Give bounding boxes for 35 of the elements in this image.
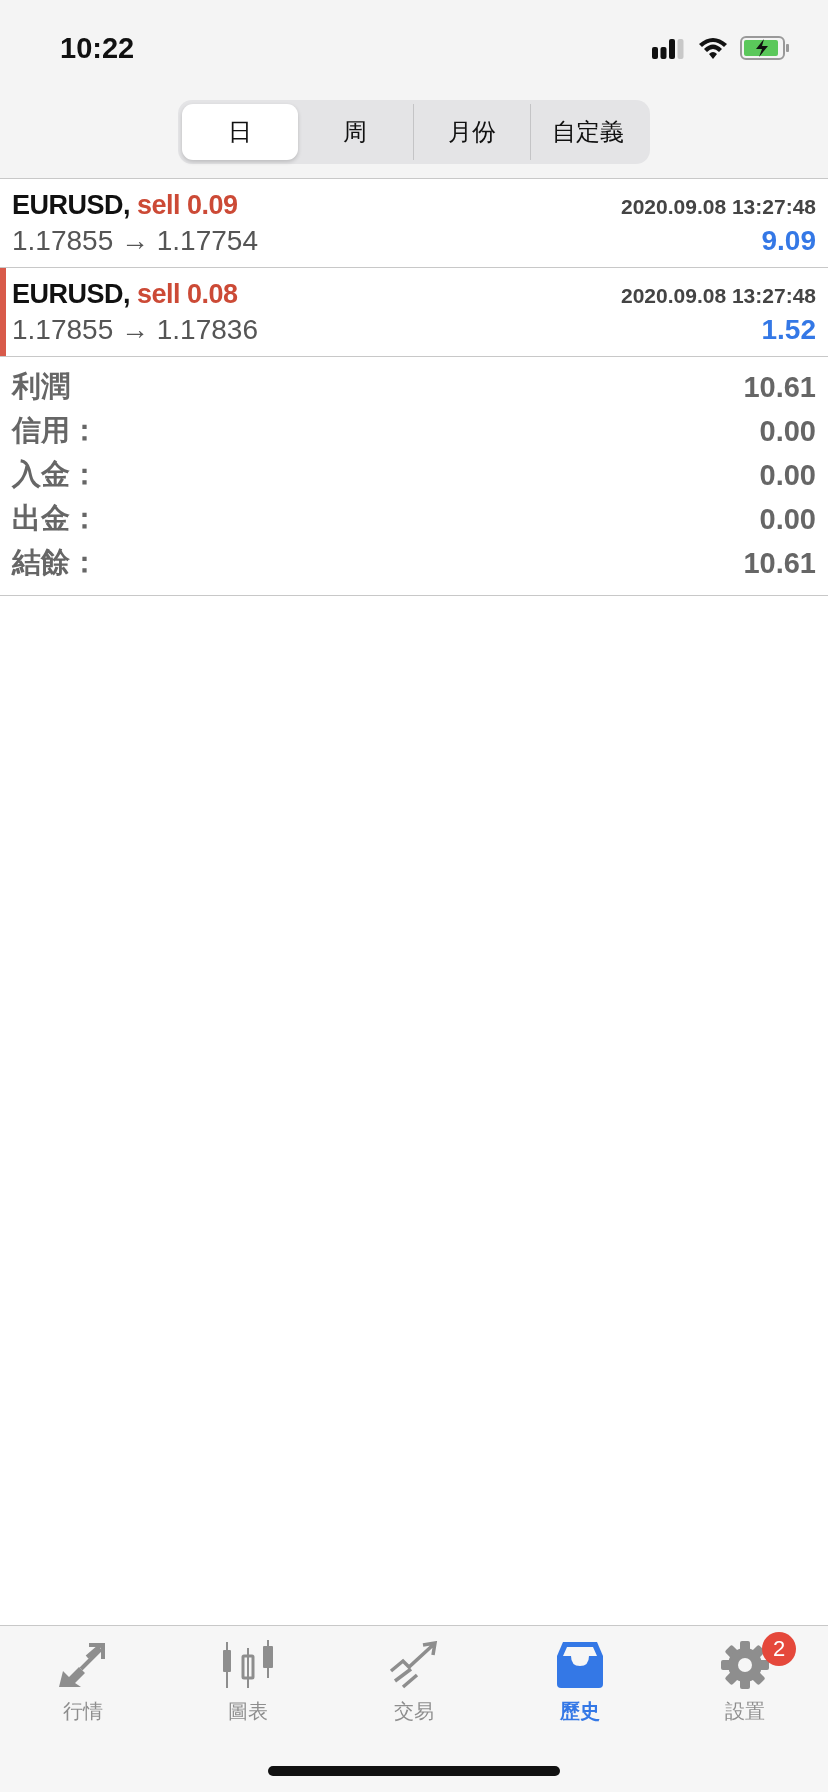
summary-value: 0.00 bbox=[759, 502, 816, 536]
trade-prices: 1.17855 → 1.17836 bbox=[12, 313, 258, 346]
rising-arrow-icon bbox=[389, 1641, 439, 1689]
summary-value: 10.61 bbox=[743, 546, 816, 580]
battery-charging-icon bbox=[740, 36, 790, 60]
candlestick-icon bbox=[223, 1640, 274, 1690]
period-tab[interactable]: 自定義 bbox=[529, 104, 646, 160]
summary-value: 0.00 bbox=[759, 458, 816, 492]
trade-row[interactable]: EURUSD, sell 0.09 2020.09.08 13:27:48 1.17855 → 1.17754 9.09 bbox=[0, 179, 828, 268]
summary-label: 出金： bbox=[12, 501, 99, 536]
trade-profit: 9.09 bbox=[761, 224, 816, 257]
summary-label: 信用： bbox=[12, 413, 99, 448]
wifi-icon bbox=[698, 37, 728, 59]
summary-value: 0.00 bbox=[759, 414, 816, 448]
trade-title: EURUSD, sell 0.08 bbox=[12, 278, 238, 310]
summary-label: 入金： bbox=[12, 457, 99, 492]
trade-time: 2020.09.08 13:27:48 bbox=[621, 283, 816, 308]
summary-value: 10.61 bbox=[743, 370, 816, 404]
summary-label: 利潤 bbox=[12, 369, 70, 404]
summary-label: 結餘： bbox=[12, 545, 99, 580]
signal-icon bbox=[652, 37, 686, 59]
period-tab[interactable]: 周 bbox=[297, 104, 413, 160]
tab-bar-item[interactable]: 歷史 bbox=[496, 1626, 663, 1736]
period-tab[interactable]: 日 bbox=[182, 104, 298, 160]
trade-time: 2020.09.08 13:27:48 bbox=[621, 194, 816, 219]
trade-profit: 1.52 bbox=[761, 313, 816, 346]
period-tab[interactable]: 月份 bbox=[413, 104, 530, 160]
inbox-tray-icon bbox=[554, 1640, 605, 1690]
trade-row[interactable]: EURUSD, sell 0.08 2020.09.08 13:27:48 1.17855 → 1.17836 1.52 bbox=[0, 268, 828, 357]
gear-icon bbox=[720, 1640, 771, 1690]
trade-prices: 1.17855 → 1.17754 bbox=[12, 224, 258, 257]
clock-time: 10:22 bbox=[60, 31, 135, 65]
tab-bar-item[interactable]: 2 設置 bbox=[662, 1626, 828, 1736]
notification-badge: 2 bbox=[762, 1632, 797, 1666]
trade-title: EURUSD, sell 0.09 bbox=[12, 189, 238, 221]
